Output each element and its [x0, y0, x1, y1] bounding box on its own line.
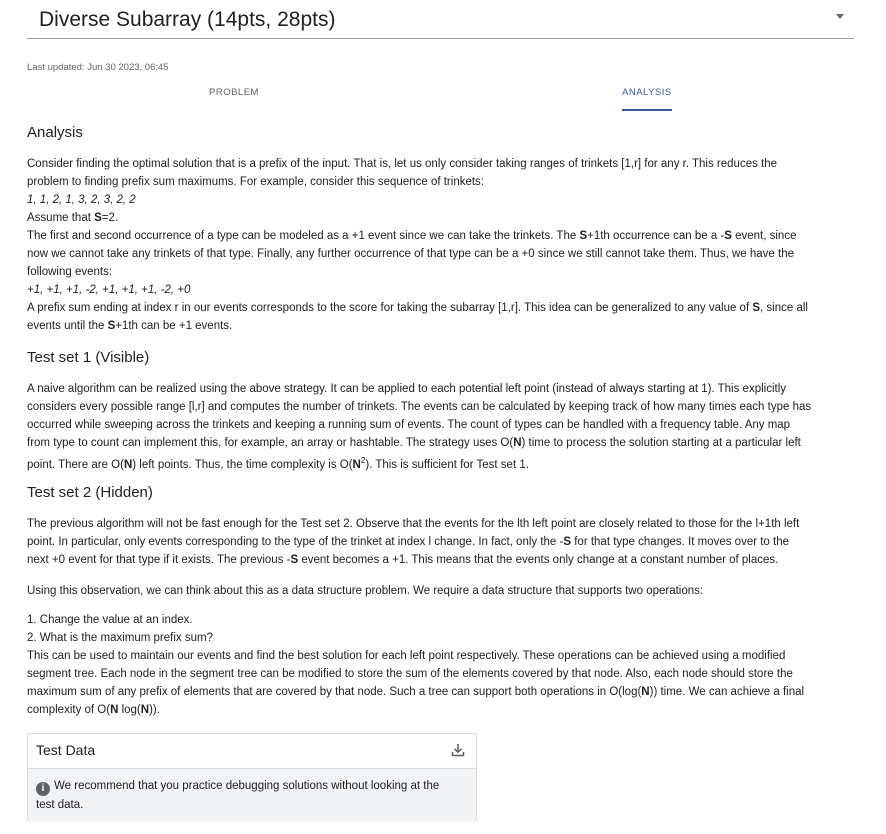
- text-run: event becomes a +1. This means that the …: [298, 554, 779, 566]
- text-line: next +0 event for that type if it exists…: [27, 551, 799, 569]
- test-data-note: i We recommend that you practice debuggin…: [28, 768, 476, 822]
- text-line: problem to finding prefix sum maximums. …: [27, 176, 484, 188]
- text-run: complexity of O(: [27, 704, 111, 716]
- text-line: point. In particular, only events corres…: [27, 533, 799, 551]
- text-run: N: [641, 686, 650, 698]
- text-line: following events:: [27, 266, 113, 278]
- text-run: =2.: [101, 212, 119, 224]
- text-run: )) time. We can achieve a final: [649, 686, 805, 698]
- text-line: Assume that S=2.: [27, 209, 808, 227]
- text-line: segment tree. Each node in the segment t…: [27, 668, 793, 680]
- text-line: point. There are O( N) left points. Thus,…: [27, 452, 811, 474]
- text-run: point. There are O(: [27, 458, 124, 471]
- text-run: S: [290, 554, 299, 566]
- test-set-1-heading: Test set 1 (Visible): [27, 349, 150, 366]
- text-line: complexity of O(N log(N)).: [27, 701, 804, 719]
- test-data-panel: Test Data i We recommend that you practic…: [27, 733, 477, 822]
- text-run: , since all: [760, 302, 808, 314]
- text-line: maximum sum of any prefix of elements th…: [27, 683, 804, 701]
- info-icon: i: [36, 782, 50, 796]
- text-run: We recommend that you practice debugging…: [54, 780, 440, 792]
- text-line: from type to count can implement this, f…: [27, 434, 811, 452]
- text-run: log(: [118, 704, 141, 716]
- text-run: maximum sum of any prefix of elements th…: [27, 686, 642, 698]
- text-run: for that type changes. It moves over to …: [571, 536, 790, 548]
- test-data-title: Test Data: [36, 742, 96, 758]
- text-line: A prefix sum ending at index r in our ev…: [27, 299, 808, 317]
- text-run: S: [94, 212, 102, 224]
- text-line: occurred while sweeping across the trink…: [27, 419, 791, 431]
- text-line: i We recommend that you practice debuggin…: [36, 777, 468, 796]
- text-run: +1th can be +1 events.: [115, 320, 233, 332]
- text-run: N: [513, 437, 522, 449]
- text-line: The first and second occurrence of a typ…: [27, 227, 808, 245]
- text-run: from type to count can implement this, f…: [27, 437, 514, 449]
- text-run: S: [724, 230, 732, 242]
- text-line: Consider finding the optimal solution th…: [27, 158, 778, 170]
- event-sequence: +1, +1, +1, -2, +1, +1, +1, -2, +0: [27, 284, 191, 296]
- tab-active-indicator: [622, 109, 672, 111]
- text-run: ) left points. Thus, the time complexity…: [132, 458, 353, 471]
- problem-title: Diverse Subarray (14pts, 28pts): [39, 8, 336, 31]
- text-line: This can be used to maintain our events …: [27, 650, 786, 662]
- operation-item: 2. What is the maximum prefix sum?: [27, 632, 213, 644]
- text-line: events until the S+1th can be +1 events.: [27, 317, 808, 335]
- text-run: +1th occurrence can be a -: [587, 230, 725, 242]
- tab-analysis[interactable]: ANALYSIS: [622, 87, 672, 98]
- chevron-down-icon[interactable]: [836, 14, 844, 19]
- test-set-1-text: A naive algorithm can be realized using …: [27, 380, 811, 474]
- text-run: point. In particular, only events corres…: [27, 536, 564, 548]
- text-run: N: [140, 704, 150, 716]
- test-set-2-text: The previous algorithm will not be fast …: [27, 515, 799, 569]
- analysis-heading: Analysis: [27, 124, 83, 141]
- text-line: A naive algorithm can be realized using …: [27, 383, 787, 395]
- operation-item: 1. Change the value at an index.: [27, 614, 193, 626]
- text-line: The previous algorithm will not be fast …: [27, 518, 800, 530]
- text-run: The first and second occurrence of a typ…: [27, 230, 580, 242]
- test-set-2-text-2: Using this observation, we can think abo…: [27, 585, 704, 597]
- analysis-text: Consider finding the optimal solution th…: [27, 155, 808, 335]
- text-run: Assume that: [27, 212, 95, 224]
- text-run: S: [752, 302, 761, 314]
- text-line: test data.: [36, 799, 84, 811]
- test-set-2-text-3: 1. Change the value at an index. 2. What…: [27, 611, 804, 719]
- problem-selector[interactable]: Diverse Subarray (14pts, 28pts): [27, 0, 854, 39]
- text-run: A prefix sum ending at index r in our ev…: [27, 302, 753, 314]
- text-run: N: [352, 458, 361, 471]
- tab-problem[interactable]: PROBLEM: [209, 87, 259, 98]
- last-updated: Last updated: Jun 30 2023, 06:45: [27, 62, 169, 73]
- text-run: event, since: [731, 230, 797, 242]
- text-run: next +0 event for that type if it exists…: [27, 554, 291, 566]
- text-run: S: [563, 536, 572, 548]
- text-line: now we cannot take any trinkets of that …: [27, 248, 794, 260]
- text-run: S: [579, 230, 588, 242]
- text-run: ) time to process the solution starting …: [521, 437, 801, 449]
- download-icon[interactable]: [450, 742, 466, 758]
- text-run: events until the: [27, 320, 108, 332]
- test-set-2-heading: Test set 2 (Hidden): [27, 484, 153, 501]
- text-line: considers every possible range [l,r] and…: [27, 401, 812, 413]
- text-run: ). This is sufficient for Test set 1.: [365, 458, 529, 471]
- text-run: )).: [149, 704, 160, 716]
- trinket-sequence: 1, 1, 2, 1, 3, 2, 3, 2, 2: [27, 194, 136, 206]
